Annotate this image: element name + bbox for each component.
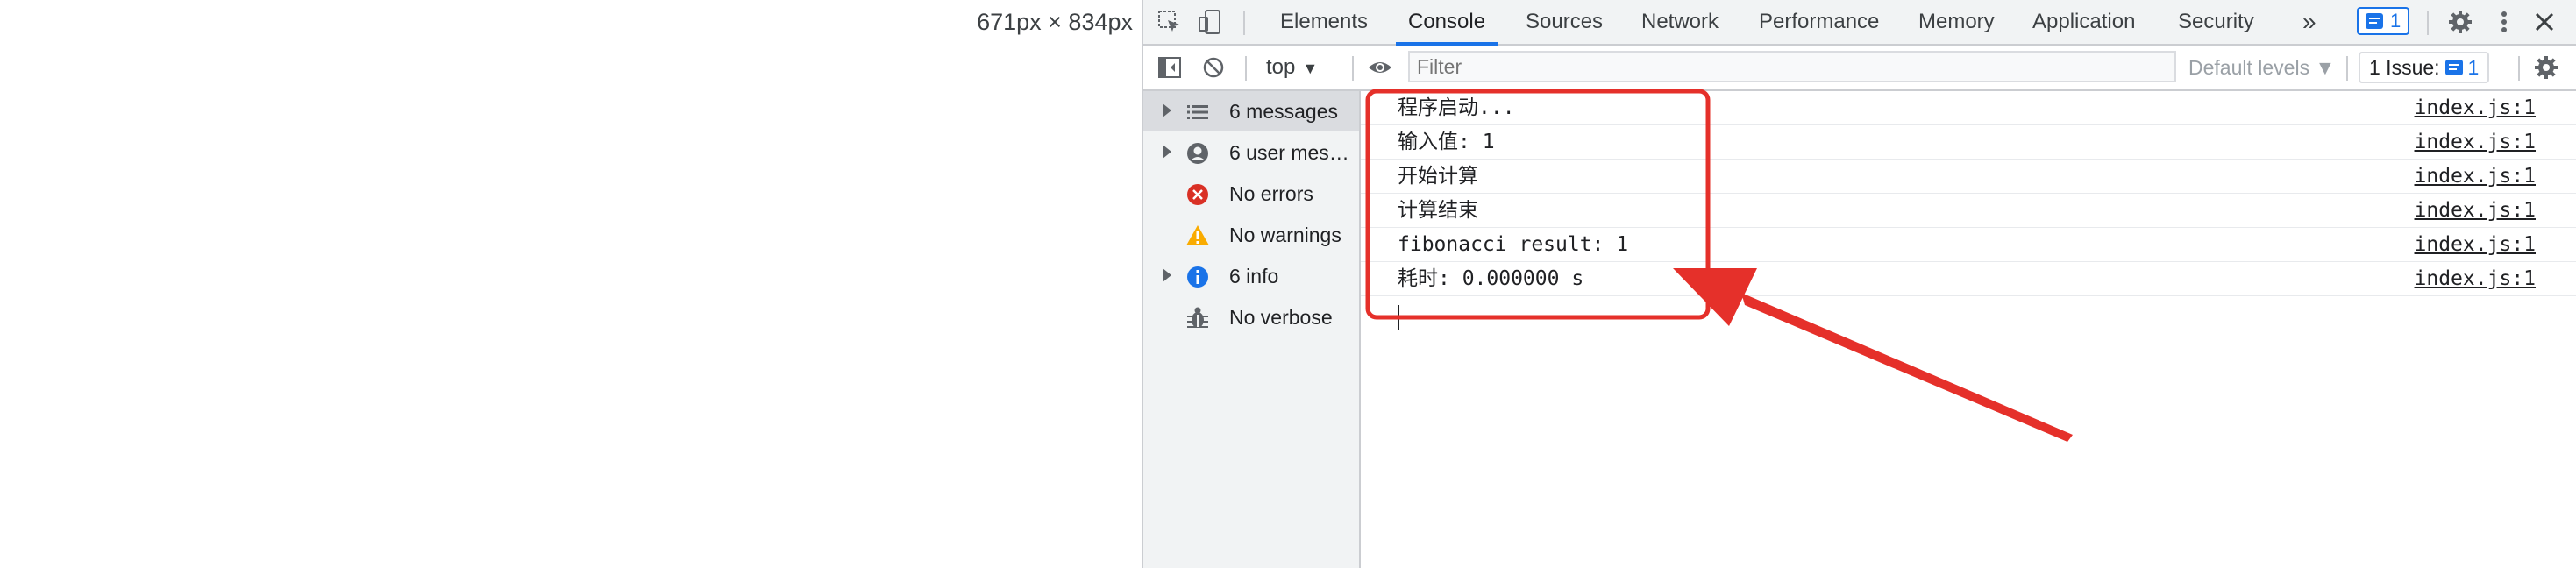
console-message: 开始计算 index.js:1 <box>1361 160 2576 194</box>
toolbar-separator <box>1352 56 1354 81</box>
sidebar-item-label: No verbose <box>1229 306 1333 329</box>
device-toolbar-icon[interactable] <box>1196 8 1224 36</box>
warning-icon <box>1185 224 1210 248</box>
tab-security[interactable]: Security <box>2178 0 2254 44</box>
console-prompt-caret[interactable] <box>1398 305 1399 330</box>
tab-application[interactable]: Application <box>2032 0 2135 44</box>
source-link[interactable]: index.js:1 <box>2415 262 2536 295</box>
toolbar-separator <box>2518 56 2520 81</box>
error-icon <box>1185 182 1210 207</box>
toolbar-separator <box>1245 56 1247 81</box>
sidebar-item-label: 6 info <box>1229 265 1279 288</box>
console-message: 程序启动... index.js:1 <box>1361 91 2576 125</box>
sidebar-item-label: 6 messages <box>1229 100 1339 123</box>
context-selector-label: top <box>1266 55 1296 79</box>
filter-input[interactable] <box>1408 51 2176 82</box>
console-sidebar: 6 messages 6 user mes… No errors No warn… <box>1143 91 1361 568</box>
inspect-element-icon[interactable] <box>1156 8 1184 36</box>
source-link[interactable]: index.js:1 <box>2415 228 2536 261</box>
verbose-bug-icon <box>1185 306 1210 330</box>
issue-icon <box>2444 60 2463 75</box>
tab-console[interactable]: Console <box>1395 0 1498 46</box>
console-settings-icon[interactable] <box>2532 53 2560 82</box>
sidebar-toggle-icon[interactable] <box>1156 53 1184 82</box>
source-link[interactable]: index.js:1 <box>2415 91 2536 124</box>
console-message-text: 输入值: 1 <box>1398 131 1495 153</box>
clear-console-icon[interactable] <box>1199 53 1228 82</box>
issues-button[interactable]: 1 Issue: 1 <box>2359 52 2490 83</box>
expand-arrow-icon[interactable] <box>1163 103 1171 117</box>
tabbar-separator <box>2427 11 2429 35</box>
source-link[interactable]: index.js:1 <box>2415 194 2536 227</box>
list-icon <box>1185 100 1210 124</box>
sidebar-item-warnings[interactable]: No warnings <box>1143 215 1359 255</box>
sidebar-item-info[interactable]: 6 info <box>1143 256 1359 296</box>
chevron-down-icon: ▼ <box>1302 60 1319 77</box>
default-levels-dropdown[interactable]: Default levels ▼ <box>2188 46 2335 89</box>
messages-badge-count: 1 <box>2390 10 2402 32</box>
user-icon <box>1185 141 1210 166</box>
sidebar-item-errors[interactable]: No errors <box>1143 174 1359 214</box>
source-link[interactable]: index.js:1 <box>2415 160 2536 193</box>
console-message-text: fibonacci result: 1 <box>1398 233 1629 256</box>
console-message: 计算结束 index.js:1 <box>1361 194 2576 228</box>
kebab-menu-icon[interactable] <box>2490 8 2518 36</box>
sidebar-item-label: No warnings <box>1229 224 1341 246</box>
toolbar-separator <box>2346 56 2348 81</box>
settings-gear-icon[interactable] <box>2446 8 2474 36</box>
console-message-text: 开始计算 <box>1398 165 1478 188</box>
source-link[interactable]: index.js:1 <box>2415 125 2536 159</box>
eye-icon[interactable] <box>1366 53 1394 82</box>
tabbar-separator <box>1243 11 1245 35</box>
devtools-tabbar: Elements Console Sources Network Perform… <box>1143 0 2576 46</box>
expand-arrow-icon[interactable] <box>1163 145 1171 159</box>
close-icon[interactable] <box>2530 8 2558 36</box>
console-toolbar: top ▼ Default levels ▼ 1 Issue: 1 <box>1143 46 2576 91</box>
messages-badge[interactable]: 1 <box>2357 7 2410 35</box>
console-message: 耗时: 0.000000 s index.js:1 <box>1361 262 2576 296</box>
console-message: fibonacci result: 1 index.js:1 <box>1361 228 2576 262</box>
sidebar-item-user-messages[interactable]: 6 user mes… <box>1143 132 1359 173</box>
sidebar-item-label: 6 user mes… <box>1229 141 1349 164</box>
devtools-panel: Elements Console Sources Network Perform… <box>1142 0 2576 568</box>
sidebar-item-messages[interactable]: 6 messages <box>1143 91 1359 131</box>
expand-arrow-icon[interactable] <box>1163 268 1171 282</box>
message-icon <box>2366 13 2383 29</box>
console-messages: 程序启动... index.js:1 输入值: 1 index.js:1 开始计… <box>1361 91 2576 568</box>
console-message-text: 程序启动... <box>1398 96 1515 119</box>
tab-sources[interactable]: Sources <box>1526 0 1603 44</box>
tab-performance[interactable]: Performance <box>1759 0 1879 44</box>
console-message-text: 计算结束 <box>1398 199 1478 222</box>
issues-label: 1 Issue: <box>2369 55 2440 79</box>
more-tabs-button[interactable]: » <box>2302 0 2316 44</box>
context-selector[interactable]: top ▼ <box>1266 46 1318 89</box>
viewport-size-label: 671px × 834px <box>977 9 1133 35</box>
issues-count: 1 <box>2467 55 2480 79</box>
console-message-text: 耗时: 0.000000 s <box>1398 267 1584 290</box>
tab-elements[interactable]: Elements <box>1280 0 1368 44</box>
sidebar-item-label: No errors <box>1229 182 1313 205</box>
tab-network[interactable]: Network <box>1641 0 1719 44</box>
sidebar-item-verbose[interactable]: No verbose <box>1143 297 1359 337</box>
tab-memory[interactable]: Memory <box>1918 0 1995 44</box>
info-icon <box>1185 265 1210 289</box>
console-message: 输入值: 1 index.js:1 <box>1361 125 2576 160</box>
